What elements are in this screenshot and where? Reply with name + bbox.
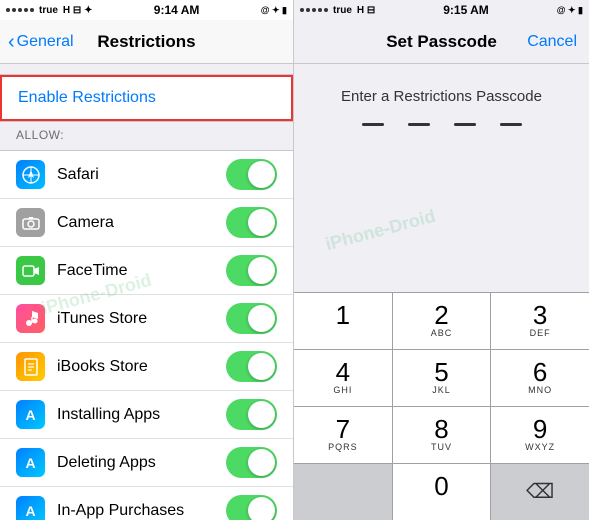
facetime-label: FaceTime [57, 262, 226, 280]
passcode-content: Enter a Restrictions Passcode [294, 64, 589, 292]
key-9[interactable]: 9WXYZ [491, 407, 589, 463]
key-3[interactable]: 3DEF [491, 293, 589, 349]
camera-label: Camera [57, 214, 226, 232]
left-status-bar: true H ⊟ ✦ 9:14 AM @ ✦ ▮ [0, 0, 293, 20]
right-panel: true H ⊟ 9:15 AM @ ✦ ▮ Set Passcode Canc… [294, 0, 589, 520]
itunes-icon [16, 304, 45, 333]
ibooks-icon [16, 352, 45, 381]
list-item-deleting[interactable]: A Deleting Apps [0, 439, 293, 487]
delete-icon: ⌫ [526, 479, 554, 504]
allow-section-header: ALLOW: [0, 122, 293, 146]
left-back-button[interactable]: ‹ General [8, 32, 74, 52]
left-nav-title: Restrictions [97, 32, 195, 52]
left-panel: true H ⊟ ✦ 9:14 AM @ ✦ ▮ ‹ General Restr… [0, 0, 294, 520]
left-time: 9:14 AM [154, 3, 200, 17]
key-8[interactable]: 8TUV [393, 407, 491, 463]
installing-icon: A [16, 400, 45, 429]
right-cancel-button[interactable]: Cancel [527, 33, 577, 51]
key-5[interactable]: 5JKL [393, 350, 491, 406]
safari-toggle[interactable] [226, 159, 277, 190]
deleting-toggle[interactable] [226, 447, 277, 478]
deleting-label: Deleting Apps [57, 454, 226, 472]
right-status-bar: true H ⊟ 9:15 AM @ ✦ ▮ [294, 0, 589, 20]
passcode-dash-3 [454, 123, 476, 126]
keypad: 1 2ABC 3DEF 4GHI 5JKL 6MNO 7PQRS 8TUV 9W… [294, 292, 589, 520]
installing-toggle[interactable] [226, 399, 277, 430]
enable-section: Enable Restrictions [0, 74, 293, 122]
right-carrier: true [333, 5, 352, 16]
safari-icon [16, 160, 45, 189]
left-back-chevron-icon: ‹ [8, 32, 15, 52]
inapp-label: In-App Purchases [57, 502, 226, 520]
list-item-inapp[interactable]: A In-App Purchases [0, 487, 293, 520]
itunes-toggle[interactable] [226, 303, 277, 334]
right-time: 9:15 AM [443, 3, 489, 17]
camera-toggle[interactable] [226, 207, 277, 238]
left-nav-bar: ‹ General Restrictions [0, 20, 293, 64]
left-status-right: @ ✦ ▮ [261, 5, 287, 16]
left-battery-icons: @ ✦ ▮ [261, 5, 287, 16]
key-6[interactable]: 6MNO [491, 350, 589, 406]
right-signal-icons: H ⊟ [357, 5, 375, 16]
right-status-left: true H ⊟ [300, 5, 375, 16]
left-signal-icons: H ⊟ ✦ [63, 5, 93, 16]
key-2[interactable]: 2ABC [393, 293, 491, 349]
safari-label: Safari [57, 166, 226, 184]
passcode-instruction: Enter a Restrictions Passcode [341, 88, 542, 105]
facetime-toggle[interactable] [226, 255, 277, 286]
ibooks-toggle[interactable] [226, 351, 277, 382]
deleting-icon: A [16, 448, 45, 477]
list-item-itunes[interactable]: iTunes Store [0, 295, 293, 343]
key-1[interactable]: 1 [294, 293, 392, 349]
right-nav-bar: Set Passcode Cancel [294, 20, 589, 64]
list-item-camera[interactable]: Camera [0, 199, 293, 247]
list-item-facetime[interactable]: FaceTime [0, 247, 293, 295]
key-delete-button[interactable]: ⌫ [491, 464, 589, 520]
passcode-dots [362, 123, 522, 126]
allow-list: Safari Camera FaceTime [0, 150, 293, 520]
right-status-right: @ ✦ ▮ [557, 5, 583, 16]
key-4[interactable]: 4GHI [294, 350, 392, 406]
passcode-dash-4 [500, 123, 522, 126]
passcode-dash-1 [362, 123, 384, 126]
right-nav-title: Set Passcode [386, 32, 497, 52]
camera-icon [16, 208, 45, 237]
list-item-safari[interactable]: Safari [0, 151, 293, 199]
left-back-label: General [17, 33, 74, 51]
key-empty [294, 464, 392, 520]
right-battery-icons: @ ✦ ▮ [557, 5, 583, 16]
ibooks-label: iBooks Store [57, 358, 226, 376]
list-item-ibooks[interactable]: iBooks Store [0, 343, 293, 391]
list-item-installing[interactable]: A Installing Apps [0, 391, 293, 439]
installing-label: Installing Apps [57, 406, 226, 424]
left-content: Enable Restrictions ALLOW: Safari Camera [0, 64, 293, 520]
key-7[interactable]: 7PQRS [294, 407, 392, 463]
left-status-left: true H ⊟ ✦ [6, 5, 92, 16]
itunes-label: iTunes Store [57, 310, 226, 328]
facetime-icon [16, 256, 45, 285]
inapp-icon: A [16, 496, 45, 520]
enable-restrictions-label: Enable Restrictions [18, 89, 156, 106]
inapp-toggle[interactable] [226, 495, 277, 520]
key-0[interactable]: 0 [393, 464, 491, 520]
left-carrier: true [39, 5, 58, 16]
enable-restrictions-row[interactable]: Enable Restrictions [0, 75, 293, 121]
passcode-dash-2 [408, 123, 430, 126]
